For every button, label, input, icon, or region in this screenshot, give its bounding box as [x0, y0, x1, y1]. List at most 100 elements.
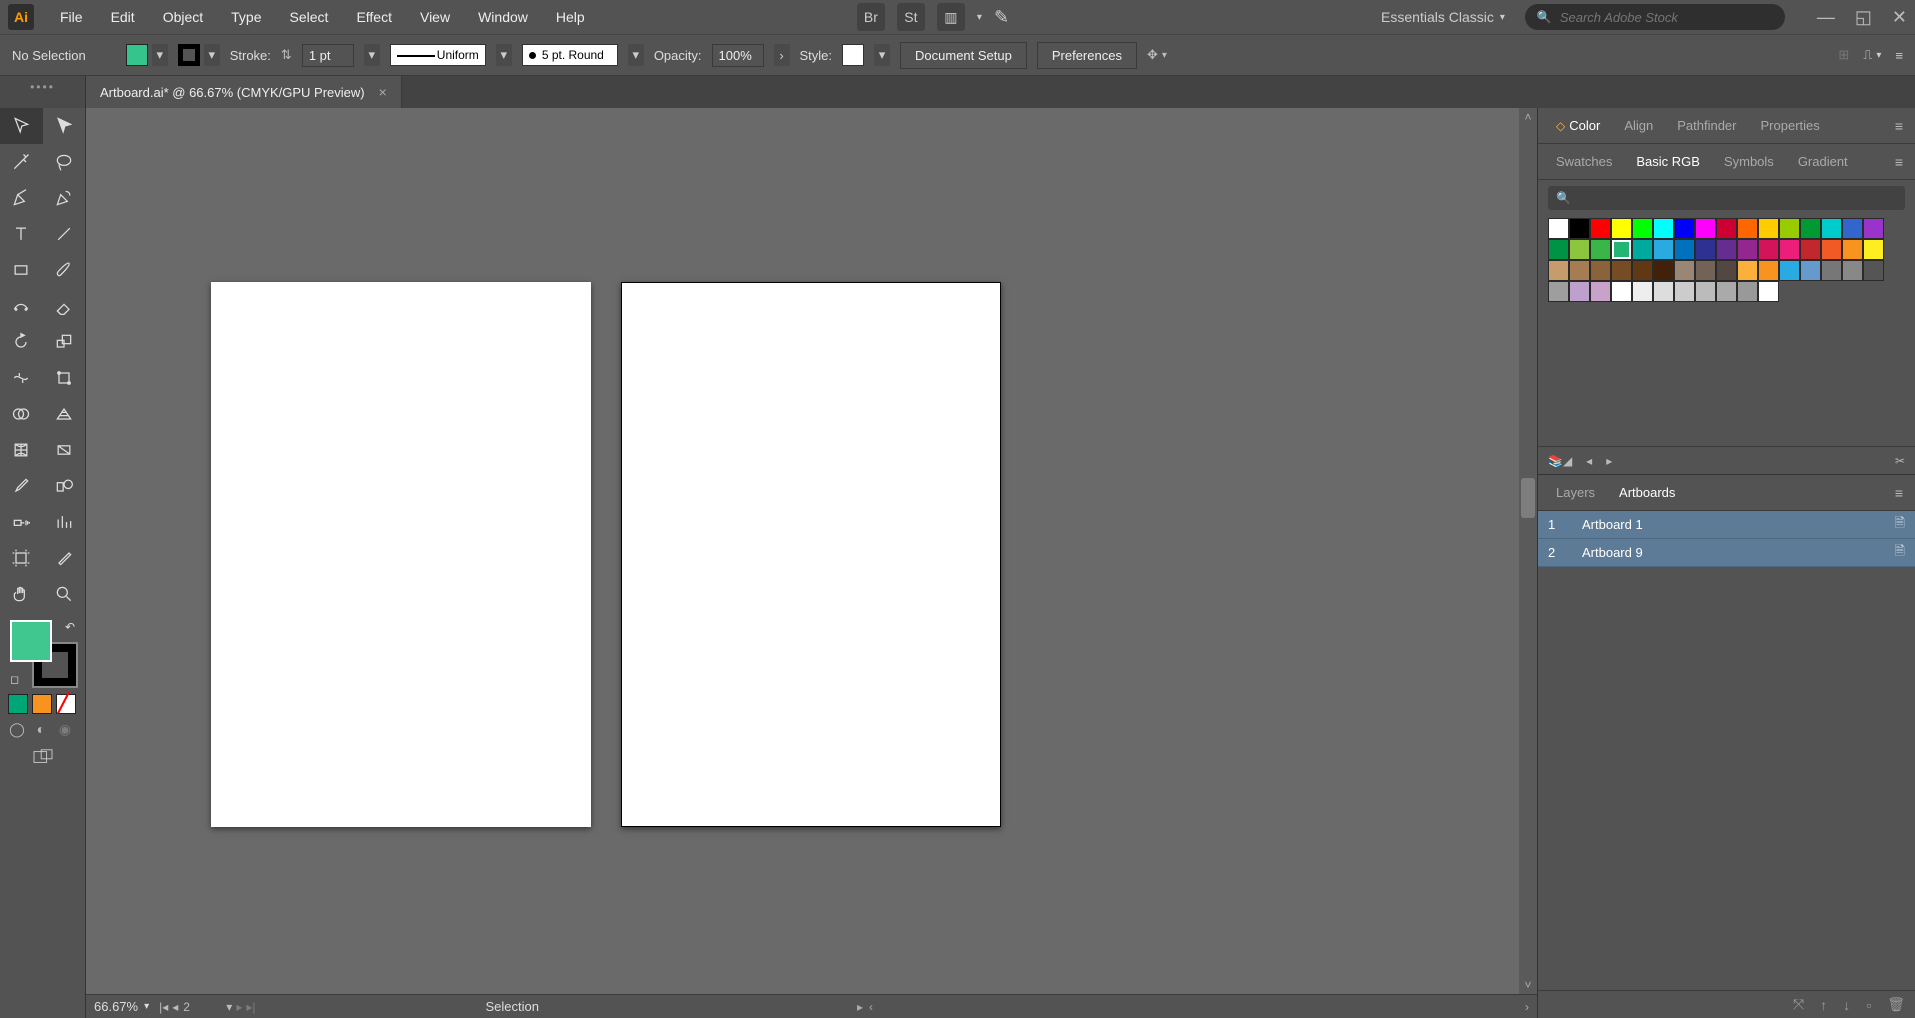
stroke-stepper-icon[interactable]: ⇅: [281, 47, 292, 63]
swatches-search[interactable]: 🔍: [1548, 186, 1905, 210]
move-up-icon[interactable]: ↑: [1820, 997, 1827, 1013]
next-swatch-icon[interactable]: ▸: [1606, 454, 1612, 468]
swatch-color[interactable]: [1758, 239, 1779, 260]
swatch-color[interactable]: [1674, 218, 1695, 239]
chevron-down-icon[interactable]: ▾: [152, 44, 168, 66]
add-to-swatches-icon[interactable]: ✂: [1895, 454, 1905, 468]
swatch-color[interactable]: [1548, 239, 1569, 260]
opacity-dropdown[interactable]: ›: [774, 44, 790, 66]
swatch-color[interactable]: [1800, 218, 1821, 239]
scroll-left-icon[interactable]: ‹: [869, 1000, 873, 1014]
style-dropdown[interactable]: ▾: [874, 44, 890, 66]
graphic-style-swatch[interactable]: [842, 44, 864, 66]
swatch-color[interactable]: [1548, 281, 1569, 302]
swatch-color[interactable]: [1674, 239, 1695, 260]
swatch-libraries-icon[interactable]: 📚◢: [1548, 454, 1572, 468]
last-artboard-icon[interactable]: ▸|: [246, 1000, 255, 1014]
tab-symbols[interactable]: Symbols: [1712, 146, 1786, 177]
swatch-color[interactable]: [1653, 281, 1674, 302]
width-tool[interactable]: [0, 360, 43, 396]
eyedropper-tool[interactable]: [0, 468, 43, 504]
swatch-color[interactable]: [1758, 260, 1779, 281]
swatch-color[interactable]: [1695, 260, 1716, 281]
transform-panel-icon[interactable]: ✥ ▾: [1147, 47, 1167, 63]
swatch-color[interactable]: [1842, 260, 1863, 281]
horizontal-scroll[interactable]: ▸ ‹ ›: [857, 1000, 1529, 1014]
minimize-icon[interactable]: —: [1817, 7, 1835, 28]
color-mode-none[interactable]: ╱: [56, 694, 76, 714]
arrange-documents-icon[interactable]: ▥: [937, 3, 965, 31]
delete-artboard-icon[interactable]: 🗑: [1887, 996, 1905, 1013]
swatch-color[interactable]: [1674, 260, 1695, 281]
swatch-color[interactable]: [1632, 260, 1653, 281]
tab-basic-rgb[interactable]: Basic RGB: [1624, 146, 1712, 177]
swatch-color[interactable]: [1758, 218, 1779, 239]
magic-wand-tool[interactable]: [0, 144, 43, 180]
swatch-color[interactable]: [1569, 281, 1590, 302]
document-tab[interactable]: Artboard.ai* @ 66.67% (CMYK/GPU Preview)…: [86, 76, 402, 108]
draw-normal-icon[interactable]: ◯: [8, 720, 26, 738]
swatch-color[interactable]: [1611, 239, 1632, 260]
stroke-weight-input[interactable]: [302, 44, 354, 67]
swatch-color[interactable]: [1632, 281, 1653, 302]
workspace-switcher[interactable]: Essentials Classic ▾: [1373, 5, 1513, 29]
paintbrush-tool[interactable]: [43, 252, 86, 288]
swatch-color[interactable]: [1716, 218, 1737, 239]
close-tab-icon[interactable]: ×: [379, 84, 387, 100]
new-artboard-icon[interactable]: ▫: [1866, 997, 1871, 1013]
maximize-icon[interactable]: ◱: [1855, 7, 1872, 28]
swatch-color[interactable]: [1842, 218, 1863, 239]
swatch-color[interactable]: [1716, 239, 1737, 260]
move-down-icon[interactable]: ↓: [1843, 997, 1850, 1013]
swatch-color[interactable]: [1695, 281, 1716, 302]
swatch-color[interactable]: [1842, 239, 1863, 260]
rectangle-tool[interactable]: [0, 252, 43, 288]
menu-edit[interactable]: Edit: [97, 3, 149, 31]
collapse-handle-icon[interactable]: ••••: [30, 80, 55, 94]
tab-properties[interactable]: Properties: [1749, 110, 1832, 141]
chevron-down-icon[interactable]: ▾: [204, 44, 220, 66]
scrollbar-thumb[interactable]: [1521, 478, 1535, 518]
type-tool[interactable]: [0, 216, 43, 252]
zoom-control[interactable]: 66.67% ▾: [94, 999, 149, 1014]
eraser-tool[interactable]: [43, 288, 86, 324]
fill-stroke-indicator[interactable]: ↶ ◻: [8, 618, 77, 688]
artboard-1[interactable]: [211, 282, 591, 827]
line-segment-tool[interactable]: [43, 216, 86, 252]
swatch-color[interactable]: [1863, 260, 1884, 281]
artboard-row[interactable]: 1Artboard 1🗎: [1538, 511, 1915, 539]
swatch-color[interactable]: [1590, 281, 1611, 302]
panel-menu-icon[interactable]: ≡: [1889, 114, 1909, 138]
play-icon[interactable]: ▸: [857, 1000, 863, 1014]
brush-dropdown[interactable]: ▾: [628, 44, 644, 66]
shape-builder-tool[interactable]: [0, 396, 43, 432]
rearrange-artboards-icon[interactable]: ⤧: [1793, 996, 1804, 1013]
tab-gradient[interactable]: Gradient: [1786, 146, 1860, 177]
color-mode-color[interactable]: [8, 694, 28, 714]
arrange-dropdown-icon[interactable]: ▾: [977, 12, 982, 23]
swatch-color[interactable]: [1716, 281, 1737, 302]
artboard-options-icon[interactable]: 🗎: [1895, 542, 1905, 564]
zoom-tool[interactable]: [43, 576, 86, 612]
tab-layers[interactable]: Layers: [1544, 477, 1607, 508]
align-icon[interactable]: ⊞: [1838, 47, 1849, 63]
slice-tool[interactable]: [43, 540, 86, 576]
free-transform-tool[interactable]: [43, 360, 86, 396]
fill-color-control[interactable]: ▾: [126, 44, 168, 66]
artboard-tool[interactable]: [0, 540, 43, 576]
document-setup-button[interactable]: Document Setup: [900, 42, 1027, 69]
swatch-color[interactable]: [1569, 260, 1590, 281]
chevron-down-icon[interactable]: ▾: [226, 1000, 232, 1014]
menu-file[interactable]: File: [46, 3, 97, 31]
swatch-color[interactable]: [1779, 239, 1800, 260]
align-to-icon[interactable]: ⎍ ▾: [1863, 47, 1881, 63]
menu-view[interactable]: View: [406, 3, 464, 31]
selection-tool[interactable]: [0, 108, 43, 144]
stroke-color-control[interactable]: ▾: [178, 44, 220, 66]
swatch-color[interactable]: [1590, 239, 1611, 260]
swatch-color[interactable]: [1737, 260, 1758, 281]
swatch-color[interactable]: [1569, 239, 1590, 260]
gradient-tool[interactable]: [43, 432, 86, 468]
swatch-color[interactable]: [1674, 281, 1695, 302]
swatch-color[interactable]: [1737, 281, 1758, 302]
